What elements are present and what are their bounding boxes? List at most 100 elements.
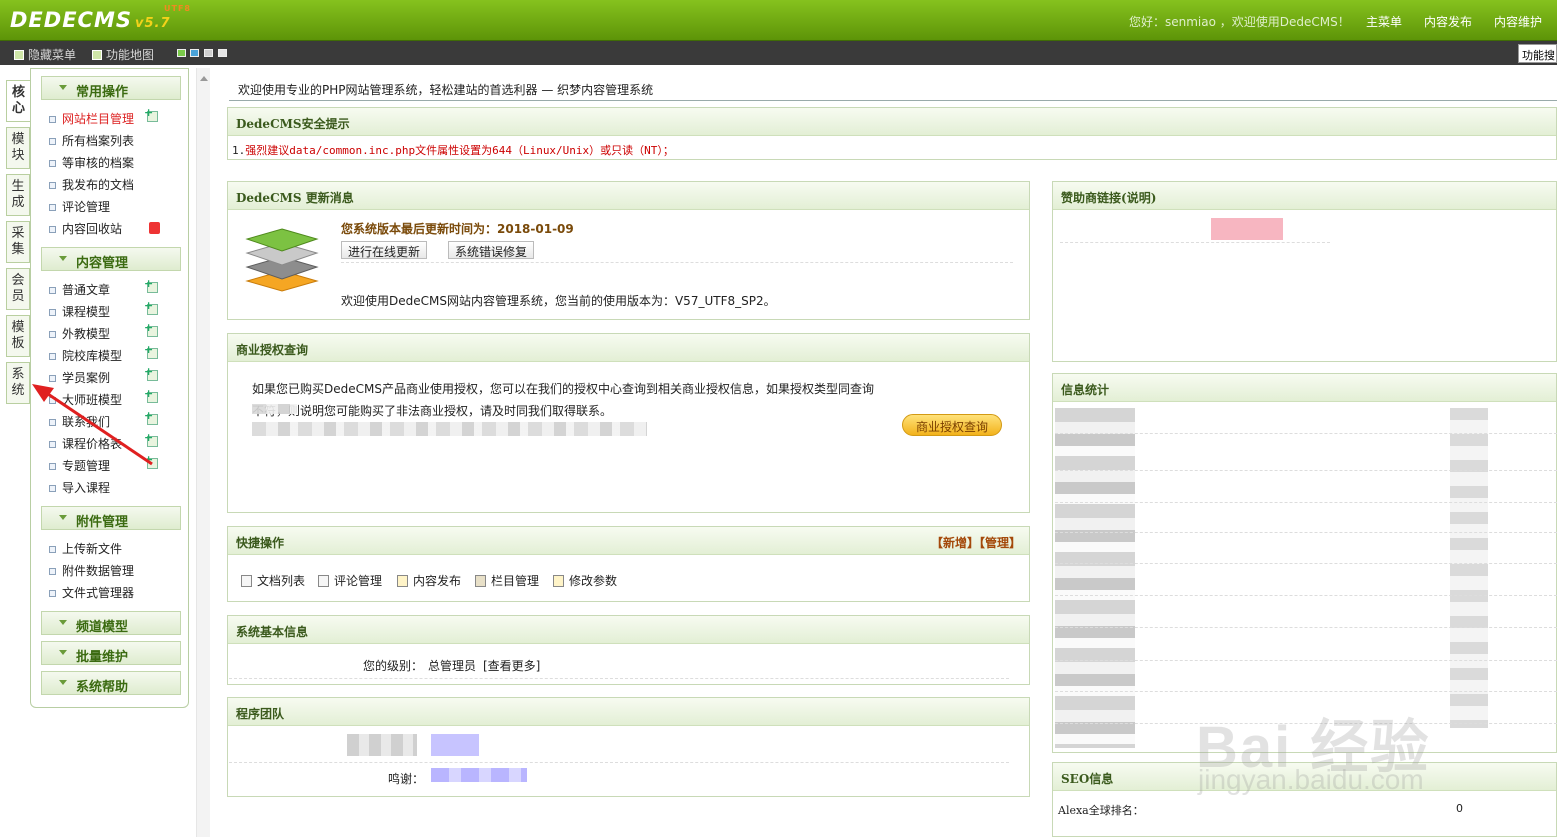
logo-text: DEDECMS bbox=[10, 8, 132, 32]
hide-menu-button[interactable]: 隐藏菜单 bbox=[14, 46, 76, 63]
menu-item-course-model[interactable]: 课程模型 bbox=[48, 303, 110, 320]
business-license-paragraph: 如果您已购买DedeCMS产品商业使用授权，您可以在我们的授权中心查询到相关商业… bbox=[252, 382, 874, 418]
alexa-value: 0 bbox=[1456, 802, 1463, 815]
team-divider bbox=[229, 762, 1009, 763]
add-column-icon[interactable] bbox=[144, 106, 158, 122]
security-alert-index: 1. bbox=[232, 144, 246, 157]
nav-main-menu[interactable]: 主菜单 bbox=[1366, 13, 1402, 30]
menu-item-all-archives[interactable]: 所有档案列表 bbox=[48, 132, 134, 149]
menu-group-attachment[interactable]: 附件管理 bbox=[41, 506, 181, 530]
system-info-title: 系统基本信息 bbox=[228, 616, 1029, 644]
top-header: DEDECMS v5.7 UTF8 您好：senmiao ，欢迎使用DedeCMS… bbox=[0, 0, 1557, 41]
hide-menu-label: 隐藏菜单 bbox=[28, 48, 77, 62]
quick-ops-panel: 快捷操作 【新增】【管理】 bbox=[227, 526, 1030, 602]
quick-link-columns[interactable]: 栏目管理 bbox=[475, 572, 539, 589]
stats-row-divider bbox=[1055, 433, 1557, 434]
sponsor-panel: 赞助商链接(说明) bbox=[1052, 181, 1557, 362]
grid-icon bbox=[92, 50, 102, 60]
menu-item-article[interactable]: 普通文章 bbox=[48, 281, 110, 298]
tab-template[interactable]: 模板 bbox=[6, 315, 30, 357]
hide-menu-icon bbox=[14, 50, 24, 60]
skin-green-swatch[interactable] bbox=[177, 49, 186, 57]
menu-item-column-manage[interactable]: 网站栏目管理 bbox=[48, 110, 134, 127]
stats-row-divider bbox=[1055, 595, 1557, 596]
menu-group-batch[interactable]: 批量维护 bbox=[41, 641, 181, 665]
scroll-up-icon[interactable] bbox=[200, 72, 208, 81]
add-teacher-icon[interactable] bbox=[144, 321, 158, 337]
tab-member[interactable]: 会员 bbox=[6, 268, 30, 310]
recycle-empty-icon[interactable] bbox=[149, 222, 160, 234]
business-license-text: 如果您已购买DedeCMS产品商业使用授权，您可以在我们的授权中心查询到相关商业… bbox=[252, 378, 882, 422]
quick-link-comments[interactable]: 评论管理 bbox=[318, 572, 382, 589]
nav-content-maintain[interactable]: 内容维护 bbox=[1494, 13, 1542, 30]
thanks-label: 鸣谢： bbox=[388, 772, 425, 786]
skin-blue-swatch[interactable] bbox=[190, 49, 199, 57]
add-school-icon[interactable] bbox=[144, 343, 158, 359]
tab-system[interactable]: 系统 bbox=[6, 362, 30, 404]
blurred-stats-values bbox=[1450, 408, 1488, 728]
tab-core[interactable]: 核心 bbox=[6, 80, 30, 122]
sponsor-header: 赞助商链接(说明) bbox=[1053, 182, 1556, 210]
blurred-team-link bbox=[431, 734, 479, 756]
quick-ops-actions: 【新增】【管理】 bbox=[931, 534, 1021, 551]
quick-link-publish[interactable]: 内容发布 bbox=[397, 572, 461, 589]
menu-group-content[interactable]: 内容管理 bbox=[41, 247, 181, 271]
nav-content-publish[interactable]: 内容发布 bbox=[1424, 13, 1472, 30]
business-license-query-button[interactable]: 商业授权查询 bbox=[902, 414, 1002, 436]
online-update-button[interactable]: 进行在线更新 bbox=[341, 241, 428, 259]
business-license-title: 商业授权查询 bbox=[228, 334, 1029, 362]
intro-divider bbox=[229, 100, 1557, 101]
function-map-label: 功能地图 bbox=[106, 48, 155, 62]
skin-gray-swatch[interactable] bbox=[204, 49, 213, 57]
tab-module[interactable]: 模块 bbox=[6, 127, 30, 169]
tab-generate[interactable]: 生成 bbox=[6, 174, 30, 216]
menu-item-recycle-bin[interactable]: 内容回收站 bbox=[48, 220, 122, 237]
menu-group-help[interactable]: 系统帮助 bbox=[41, 671, 181, 695]
menu-group-common[interactable]: 常用操作 bbox=[41, 76, 181, 100]
quick-ops-manage-link[interactable]: 【管理】 bbox=[979, 536, 1021, 550]
logo-version: v5.7 bbox=[135, 16, 171, 31]
function-search-input[interactable]: 功能搜 bbox=[1518, 44, 1557, 63]
quick-ops-title: 快捷操作 bbox=[236, 536, 285, 550]
blurred-text bbox=[252, 404, 297, 414]
add-course-icon[interactable] bbox=[144, 299, 158, 315]
menu-item-comments[interactable]: 评论管理 bbox=[48, 198, 110, 215]
menu-item-file-manager[interactable]: 文件式管理器 bbox=[48, 584, 134, 601]
version-description: 欢迎使用DedeCMS网站内容管理系统，您当前的使用版本为：V57_UTF8_S… bbox=[341, 294, 776, 308]
menu-scrollbar[interactable] bbox=[196, 68, 210, 837]
update-title: DedeCMS 更新消息 bbox=[228, 182, 1029, 210]
stats-row-divider bbox=[1055, 563, 1557, 564]
stats-row-divider bbox=[1055, 660, 1557, 661]
system-fix-button[interactable]: 系统错误修复 bbox=[448, 241, 535, 259]
menu-group-channel[interactable]: 频道模型 bbox=[41, 611, 181, 635]
menu-item-teacher-model[interactable]: 外教模型 bbox=[48, 325, 110, 342]
quick-link-settings[interactable]: 修改参数 bbox=[553, 572, 617, 589]
skin-light-swatch[interactable] bbox=[218, 49, 227, 57]
tab-collect[interactable]: 采集 bbox=[6, 221, 30, 263]
stats-row-divider bbox=[1055, 691, 1557, 692]
function-map-button[interactable]: 功能地图 bbox=[92, 46, 154, 63]
baidu-watermark-url: jingyan.baidu.com bbox=[1198, 764, 1424, 795]
quick-link-label: 文档列表 bbox=[257, 574, 306, 588]
menu-item-import-course[interactable]: 导入课程 bbox=[48, 479, 110, 496]
menu-item-pending-archives[interactable]: 等审核的档案 bbox=[48, 154, 134, 171]
blurred-sponsor-link bbox=[1211, 218, 1283, 240]
stats-title: 信息统计 bbox=[1053, 374, 1556, 402]
quick-ops-header: 快捷操作 【新增】【管理】 bbox=[228, 527, 1029, 555]
add-article-icon[interactable] bbox=[144, 277, 158, 293]
quick-ops-add-link[interactable]: 【新增】 bbox=[931, 536, 979, 550]
menu-item-attachment-data[interactable]: 附件数据管理 bbox=[48, 562, 134, 579]
blurred-team-names bbox=[347, 734, 417, 756]
menu-item-my-documents[interactable]: 我发布的文档 bbox=[48, 176, 134, 193]
red-arrow-annotation bbox=[32, 384, 153, 466]
intro-text: 欢迎使用专业的PHP网站管理系统，轻松建站的首选利器 — 织梦内容管理系统 bbox=[238, 83, 654, 97]
sysinfo-divider bbox=[229, 678, 1009, 679]
menu-item-upload-file[interactable]: 上传新文件 bbox=[48, 540, 122, 557]
user-level-value: 总管理员 bbox=[428, 659, 477, 673]
menu-item-school-model[interactable]: 院校库模型 bbox=[48, 347, 122, 364]
folder-icon bbox=[475, 575, 486, 587]
sponsor-note-link[interactable]: (说明) bbox=[1121, 191, 1156, 205]
quick-link-doc-list[interactable]: 文档列表 bbox=[241, 572, 305, 589]
view-more-link[interactable]: [查看更多] bbox=[483, 657, 540, 674]
document-icon bbox=[241, 575, 252, 587]
